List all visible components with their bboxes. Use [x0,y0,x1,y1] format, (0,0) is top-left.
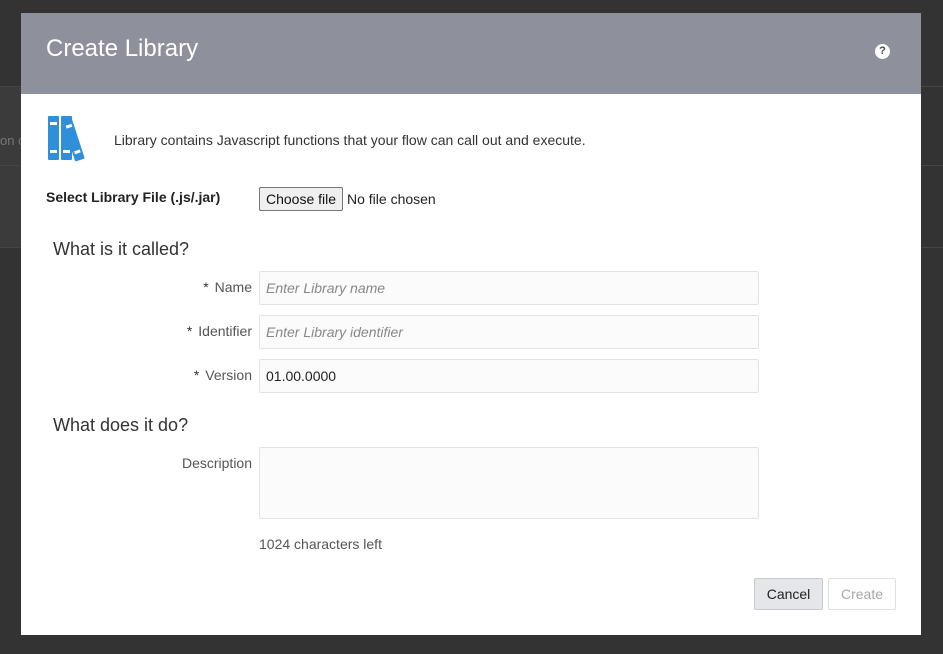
identifier-input[interactable] [259,315,759,349]
dialog-header: Create Library ? [21,13,921,94]
books-icon [48,116,85,162]
required-mark: * [186,323,193,339]
choose-file-button[interactable]: Choose file [259,187,343,211]
create-button[interactable]: Create [828,578,896,610]
section-heading-called: What is it called? [53,239,190,259]
file-select-label: Select Library File (.js/.jar) [46,189,221,205]
version-label-text: Version [205,367,252,383]
file-status-text: No file chosen [347,191,436,207]
background-text: on c [0,133,21,148]
name-input[interactable] [259,271,759,305]
description-textarea[interactable] [259,447,759,519]
name-label: * Name [203,279,252,295]
identifier-label-text: Identifier [198,323,252,339]
identifier-label: * Identifier [187,323,252,339]
required-mark: * [193,367,200,383]
background-panel [0,87,21,247]
section-heading-does: What does it do? [53,415,189,435]
help-icon[interactable]: ? [875,44,890,59]
create-library-dialog: Create Library ? Library contains Javasc… [21,13,921,635]
characters-left-counter: 1024 characters left [259,536,382,552]
intro-text: Library contains Javascript functions th… [114,132,586,148]
dialog-title: Create Library [46,35,199,62]
cancel-button[interactable]: Cancel [754,578,823,610]
version-input[interactable] [259,359,759,393]
name-label-text: Name [214,279,252,295]
description-label: Description [181,455,252,471]
required-mark: * [203,279,209,295]
version-label: * Version [194,367,252,383]
